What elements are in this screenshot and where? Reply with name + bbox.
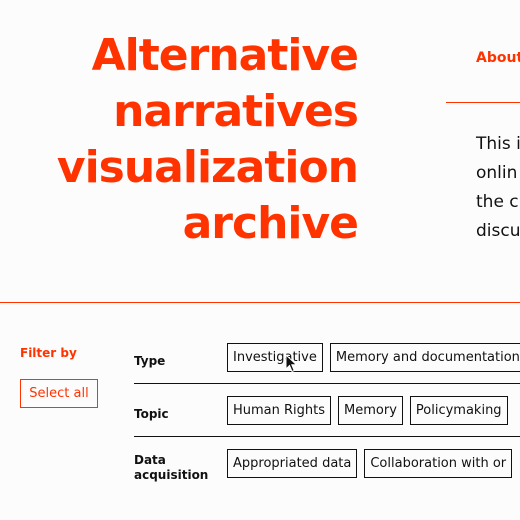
tag-policymaking[interactable]: Policymaking [409,396,508,425]
filter-by-heading: Filter by [20,346,77,360]
intro-line: the c [476,192,519,212]
intro-text: This i onlin the c discu [476,130,520,246]
tag-investigative[interactable]: Investigative [227,343,323,372]
filter-label-line: Data [134,453,166,467]
about-underline [446,102,520,103]
about-link[interactable]: About [476,50,520,66]
filter-label-data-acquisition: Data acquisition [134,453,208,483]
row-divider [134,383,520,384]
filter-label-line: acquisition [134,468,209,482]
tag-memory[interactable]: Memory [338,396,403,425]
row-divider [134,436,520,437]
section-divider [0,302,520,303]
title-line: visualization [56,142,359,193]
title-line: archive [182,198,359,249]
filter-label-type: Type [134,354,166,368]
mouse-pointer-icon [285,354,298,373]
intro-line: onlin [476,163,518,183]
tag-appropriated-data[interactable]: Appropriated data [227,449,358,478]
tag-human-rights[interactable]: Human Rights [227,396,332,425]
title-line: Alternative [91,30,359,81]
intro-line: This i [476,134,520,154]
select-all-button[interactable]: Select all [20,379,98,408]
tag-memory-and-documentation[interactable]: Memory and documentation [329,343,520,372]
page-title: Alternative narratives visualization arc… [18,28,359,252]
intro-line: discu [476,221,520,241]
tag-group-data-acquisition: Appropriated data Collaboration with or [227,449,519,478]
tag-group-type: Investigative Memory and documentation [227,343,520,372]
filter-label-topic: Topic [134,407,169,421]
tag-group-topic: Human Rights Memory Policymaking [227,396,515,425]
tag-collaboration[interactable]: Collaboration with or [364,449,513,478]
title-line: narratives [113,86,359,137]
